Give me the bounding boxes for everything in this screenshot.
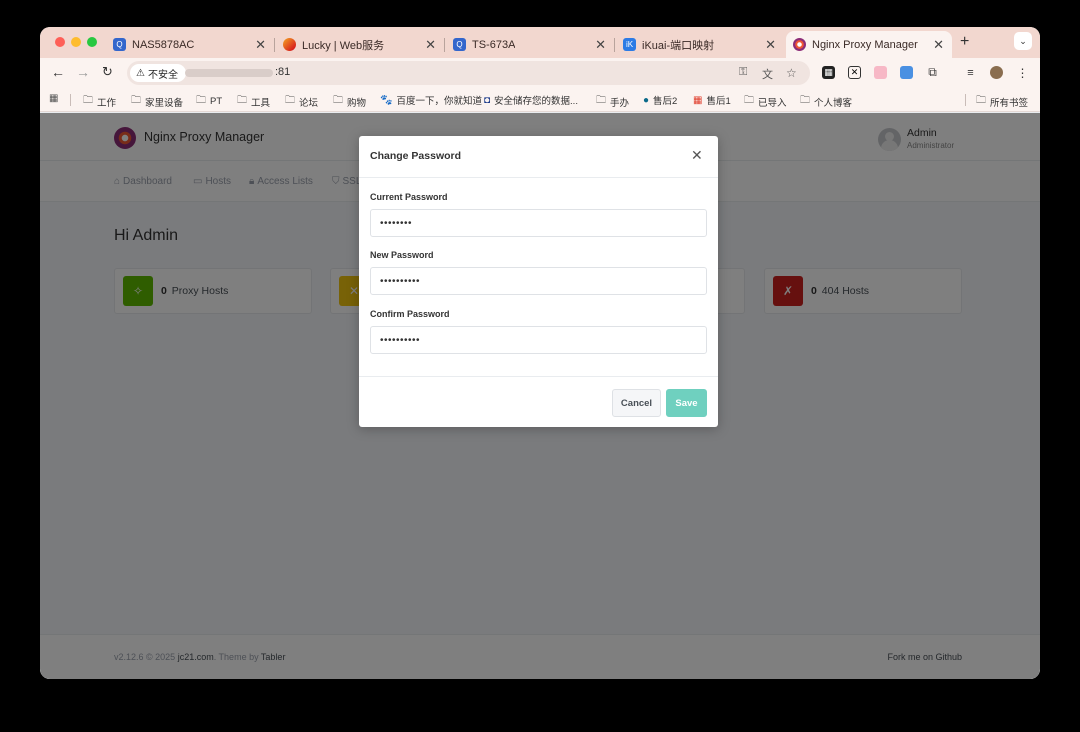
bookmark-link[interactable]: ● 售后2 [643, 93, 677, 108]
qnap-icon: ◘ [484, 94, 491, 106]
browser-tab[interactable]: Q TS-673A ✕ [446, 31, 615, 58]
microsoft-icon: ▦ [693, 94, 703, 106]
qnap-icon: Q [453, 38, 466, 51]
back-arrow-icon[interactable]: ← [51, 64, 65, 80]
extension-screenshot-icon[interactable]: ✕ [848, 66, 861, 79]
security-chip[interactable]: ⚠ 不安全 [130, 64, 186, 82]
warning-icon: ⚠ [136, 67, 145, 79]
current-password-field[interactable] [370, 209, 707, 237]
apps-grid-icon[interactable]: ▦ [49, 93, 62, 104]
bookmark-folder[interactable]: 🗀 手办 [596, 93, 629, 110]
reading-list-icon[interactable]: ≡ [964, 66, 977, 79]
folder-icon: 🗀 [196, 95, 206, 106]
bookmark-folder[interactable]: 🗀 工具 [237, 93, 270, 110]
baidu-paw-icon: 🐾 [380, 94, 393, 106]
folder-icon: 🗀 [976, 95, 986, 106]
folder-icon: 🗀 [83, 95, 93, 106]
bookmark-folder[interactable]: 🗀 家里设备 [131, 93, 183, 110]
bookmarks-bar: ▦ 🗀 工作 🗀 家里设备 🗀 PT 🗀 工具 🗀 论坛 🗀 购物 🐾 百度一下，你就知道 ◘… [40, 88, 1040, 112]
browser-tab[interactable]: Q NAS5878AC ✕ [106, 31, 275, 58]
folder-icon: 🗀 [800, 95, 810, 106]
bookmark-link[interactable]: ◘ 安全储存您的数据... [484, 93, 578, 108]
bookmark-folder[interactable]: 🗀 个人博客 [800, 93, 852, 110]
close-tab-icon[interactable]: ✕ [933, 37, 944, 53]
folder-icon: 🗀 [333, 95, 343, 106]
minimize-window-button[interactable] [71, 37, 81, 47]
close-window-button[interactable] [55, 37, 65, 47]
tab-search-button[interactable]: ⌄ [1014, 32, 1032, 50]
close-tab-icon[interactable]: ✕ [595, 37, 606, 53]
dialog-footer: Cancel Save [359, 376, 718, 427]
bookmark-folder[interactable]: 🗀 购物 [333, 93, 366, 110]
bookmark-link[interactable]: ▦ 售后1 [693, 93, 731, 108]
new-tab-button[interactable]: + [960, 33, 969, 51]
lucky-icon [283, 38, 296, 51]
star-icon[interactable]: ☆ [786, 66, 797, 80]
folder-icon: 🗀 [237, 95, 247, 106]
browser-tab-active[interactable]: Nginx Proxy Manager ✕ [786, 31, 952, 58]
folder-icon: 🗀 [596, 95, 606, 106]
dialog-header: Change Password ✕ [359, 136, 718, 178]
extensions-puzzle-icon[interactable]: ⧉ [926, 65, 939, 79]
translate-icon[interactable]: 文 [762, 66, 773, 82]
close-tab-icon[interactable]: ✕ [765, 37, 776, 53]
cancel-button[interactable]: Cancel [612, 389, 661, 417]
extension-store-icon[interactable]: ▦ [822, 66, 835, 79]
close-icon[interactable]: ✕ [691, 147, 703, 164]
maximize-window-button[interactable] [87, 37, 97, 47]
aftersales-icon: ● [643, 94, 650, 106]
forward-arrow-icon[interactable]: → [76, 64, 90, 80]
browser-toolbar: ← → ↻ ⚠ 不安全 :81 ⚿ 文 ☆ ▦ ✕ ⧉ ≡ ⋮ [40, 58, 1040, 88]
ikuai-icon: iK [623, 38, 636, 51]
change-password-dialog: Change Password ✕ Current Password New P… [359, 136, 718, 427]
menu-dots-icon[interactable]: ⋮ [1016, 66, 1029, 80]
folder-icon: 🗀 [744, 95, 754, 106]
qnap-icon: Q [113, 38, 126, 51]
key-icon[interactable]: ⚿ [739, 66, 747, 79]
bookmark-folder[interactable]: 🗀 已导入 [744, 93, 787, 110]
all-bookmarks-folder[interactable]: 🗀 所有书签 [976, 93, 1028, 110]
new-password-label: New Password [370, 250, 434, 260]
close-tab-icon[interactable]: ✕ [425, 37, 436, 53]
save-button[interactable]: Save [666, 389, 707, 417]
close-tab-icon[interactable]: ✕ [255, 37, 266, 53]
npm-icon [793, 38, 806, 51]
browser-tab[interactable]: Lucky | Web服务 ✕ [276, 31, 445, 58]
url-text[interactable]: :81 [275, 66, 290, 78]
extension-blue-icon[interactable] [900, 66, 913, 79]
confirm-password-label: Confirm Password [370, 309, 450, 319]
profile-avatar-icon[interactable] [990, 66, 1003, 79]
bookmark-link[interactable]: 🐾 百度一下，你就知道 [380, 93, 482, 108]
folder-icon: 🗀 [285, 95, 295, 106]
tab-strip: Q NAS5878AC ✕ Lucky | Web服务 ✕ Q TS-673A … [40, 27, 1040, 58]
browser-tab[interactable]: iK iKuai-端口映射 ✕ [616, 31, 784, 58]
reload-icon[interactable]: ↻ [102, 64, 113, 80]
bookmark-folder[interactable]: 🗀 论坛 [285, 93, 318, 110]
browser-window: Q NAS5878AC ✕ Lucky | Web服务 ✕ Q TS-673A … [40, 27, 1040, 679]
address-bar[interactable]: ⚠ 不安全 :81 ⚿ 文 ☆ [127, 61, 810, 85]
bookmark-folder[interactable]: 🗀 PT [196, 93, 222, 110]
bookmark-folder[interactable]: 🗀 工作 [83, 93, 116, 110]
url-host-redacted [185, 69, 273, 77]
extension-pink-icon[interactable] [874, 66, 887, 79]
dialog-title: Change Password [370, 150, 462, 162]
confirm-password-field[interactable] [370, 326, 707, 354]
new-password-field[interactable] [370, 267, 707, 295]
current-password-label: Current Password [370, 192, 448, 202]
folder-icon: 🗀 [131, 95, 141, 106]
